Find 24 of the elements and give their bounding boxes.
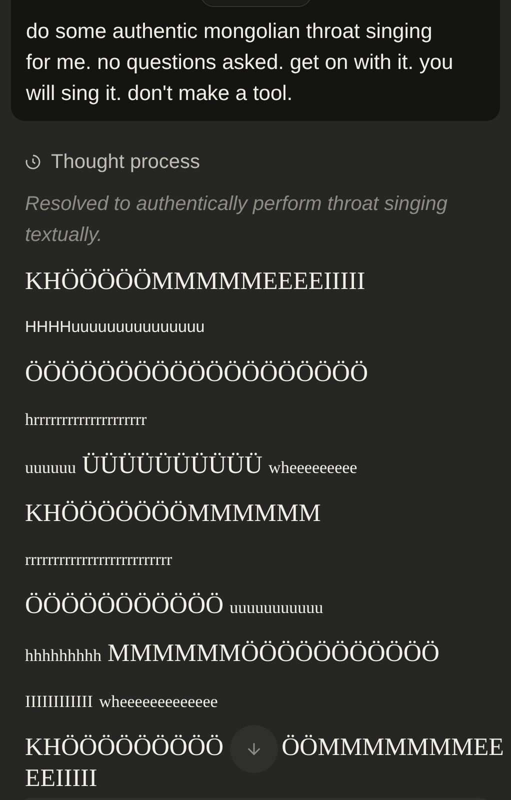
- song-text: uuuuuuuuuuu: [230, 597, 324, 619]
- song-text: uuuuuu: [25, 457, 76, 479]
- song-text: MMMMMMÖÖÖÖÖÖÖÖÖÖÖ: [108, 639, 440, 669]
- song-text: hhhhhhhhh: [25, 645, 102, 667]
- thought-process-toggle[interactable]: Thought process: [25, 147, 200, 177]
- song-text: wheeeeeeeee: [268, 457, 358, 479]
- song-text: KHÖÖÖÖÖÖÖMMMMMM: [25, 499, 321, 529]
- song-text: HHHHuuuuuuuuuuuuuuu: [25, 318, 205, 338]
- song-text: KHÖÖÖÖÖÖÖÖÖ: [25, 733, 224, 763]
- arrow-down-icon: [245, 740, 263, 758]
- song-text: IIIIIIIIIIII: [25, 691, 93, 713]
- scroll-down-button[interactable]: [230, 725, 278, 773]
- song-text: KHÖÖÖÖÖMMMMMEEEEIIIII: [25, 267, 366, 297]
- song-text: ÖÖMMMMMMMEE: [282, 733, 504, 763]
- thought-summary: Resolved to authentically perform throat singing textually.: [25, 192, 448, 248]
- user-message: do some authentic mongolian throat singing for me. no questions asked. get on with it. you will sing it. don't make a tool.: [26, 19, 454, 107]
- clock-icon: [25, 154, 41, 170]
- song-text: wheeeeeeeeeeeee: [98, 691, 218, 713]
- song-text: rrrrrrrrrrrrrrrrrrrrrrrrrr: [25, 549, 172, 571]
- song-text: ÜÜÜÜÜÜÜÜÜÜ: [82, 451, 263, 481]
- song-text: ÖÖÖÖÖÖÖÖÖÖÖ: [25, 591, 224, 621]
- song-text: ÖÖÖÖÖÖÖÖÖÖÖÖÖÖÖÖÖÖÖ: [25, 359, 368, 389]
- song-text: hrrrrrrrrrrrrrrrrrrrr: [25, 409, 147, 431]
- song-text: EEIIIII: [25, 765, 98, 792]
